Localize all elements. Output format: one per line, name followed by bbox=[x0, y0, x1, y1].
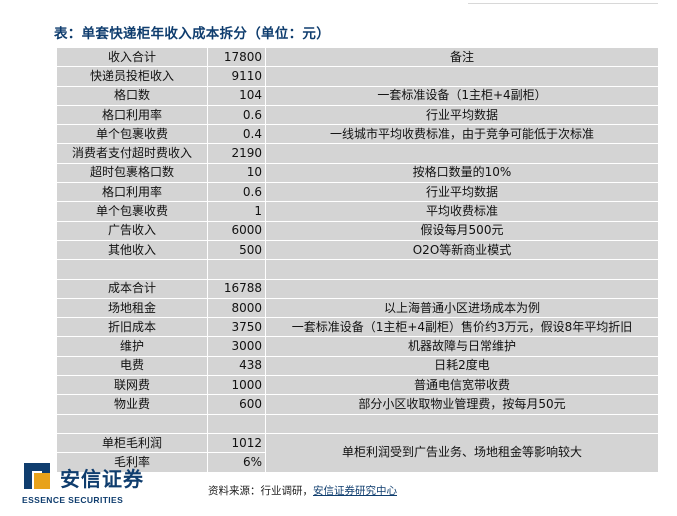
row-note: 备注 bbox=[265, 46, 659, 68]
row-label: 单柜毛利润 bbox=[56, 432, 208, 454]
row-label: 格口数 bbox=[56, 85, 208, 106]
row-value: 16788 bbox=[207, 278, 266, 299]
row-label: 快递员投柜收入 bbox=[56, 66, 208, 87]
source-prefix: 资料来源：行业调研， bbox=[208, 485, 313, 497]
row-value: 104 bbox=[207, 85, 266, 106]
table-row: 格口利用率 0.6 行业平均数据 bbox=[56, 182, 659, 203]
logo-mark-icon bbox=[24, 463, 50, 489]
row-note: 普通电信宽带收费 bbox=[265, 375, 659, 396]
table-row: 超时包裹格口数 10 按格口数量的10% bbox=[56, 162, 659, 184]
row-note: 按格口数量的10% bbox=[265, 162, 659, 184]
row-value: 8000 bbox=[207, 297, 266, 319]
row-label: 其他收入 bbox=[56, 239, 208, 261]
table-title: 表：单套快递柜年收入成本拆分（单位：元） bbox=[54, 26, 330, 42]
source-link[interactable]: 安信证券研究中心 bbox=[313, 485, 397, 497]
row-note bbox=[265, 66, 659, 87]
table-row: 收入合计 17800 备注 bbox=[56, 46, 659, 68]
row-value: 1000 bbox=[207, 375, 266, 396]
table-row: 格口利用率 0.6 行业平均数据 bbox=[56, 104, 659, 126]
table-row: 单个包裹收费 1 平均收费标准 bbox=[56, 201, 659, 222]
row-value: 0.4 bbox=[207, 124, 266, 145]
table-row: 维护 3000 机器故障与日常维护 bbox=[56, 336, 659, 357]
source-note: 资料来源：行业调研，安信证券研究中心 bbox=[208, 483, 397, 498]
row-value bbox=[207, 259, 266, 280]
table-row: 单柜毛利润 1012 单柜利润受到广告业务、场地租金等影响较大 bbox=[56, 432, 659, 473]
margin-note: 单柜利润受到广告业务、场地租金等影响较大 bbox=[265, 432, 659, 473]
table-row bbox=[56, 259, 659, 280]
table-row: 物业费 600 部分小区收取物业管理费，按每月50元 bbox=[56, 394, 659, 415]
table-row: 广告收入 6000 假设每月500元 bbox=[56, 220, 659, 241]
row-label: 电费 bbox=[56, 355, 208, 377]
row-value: 1 bbox=[207, 201, 266, 222]
row-value: 3000 bbox=[207, 336, 266, 357]
row-value: 2190 bbox=[207, 143, 266, 164]
revenue-cost-table: 收入合计 17800 备注 快递员投柜收入 9110 格口数 104 一套标准设备（1主柜+4… bbox=[56, 46, 659, 473]
top-divider bbox=[468, 3, 658, 4]
row-label: 物业费 bbox=[56, 394, 208, 415]
row-note: 假设每月500元 bbox=[265, 220, 659, 241]
row-note: 行业平均数据 bbox=[265, 182, 659, 203]
row-value: 3750 bbox=[207, 317, 266, 338]
row-note: 机器故障与日常维护 bbox=[265, 336, 659, 357]
row-note: 以上海普通小区进场成本为例 bbox=[265, 297, 659, 319]
row-label: 格口利用率 bbox=[56, 182, 208, 203]
table-row: 单个包裹收费 0.4 一线城市平均收费标准，由于竞争可能低于次标准 bbox=[56, 124, 659, 145]
table-row: 成本合计 16788 bbox=[56, 278, 659, 299]
company-logo: 安信证券 ESSENCE SECURITIES bbox=[22, 461, 182, 511]
row-note: 行业平均数据 bbox=[265, 104, 659, 126]
row-value bbox=[207, 413, 266, 434]
row-label: 收入合计 bbox=[56, 46, 208, 68]
row-note: 一套标准设备（1主柜+4副柜）售价约3万元，假设8年平均折旧 bbox=[265, 317, 659, 338]
row-label bbox=[56, 259, 208, 280]
row-note bbox=[265, 143, 659, 164]
row-value: 6% bbox=[207, 452, 266, 473]
table-row: 场地租金 8000 以上海普通小区进场成本为例 bbox=[56, 297, 659, 319]
row-label: 超时包裹格口数 bbox=[56, 162, 208, 184]
row-value: 600 bbox=[207, 394, 266, 415]
row-label: 场地租金 bbox=[56, 297, 208, 319]
row-label: 单个包裹收费 bbox=[56, 201, 208, 222]
row-label: 维护 bbox=[56, 336, 208, 357]
row-note bbox=[265, 278, 659, 299]
row-value: 10 bbox=[207, 162, 266, 184]
table-row: 其他收入 500 O2O等新商业模式 bbox=[56, 239, 659, 261]
row-value: 17800 bbox=[207, 46, 266, 68]
row-label: 格口利用率 bbox=[56, 104, 208, 126]
logo-text-cn: 安信证券 bbox=[60, 467, 144, 491]
row-note: 平均收费标准 bbox=[265, 201, 659, 222]
row-value: 1012 bbox=[207, 432, 266, 454]
row-note: 部分小区收取物业管理费，按每月50元 bbox=[265, 394, 659, 415]
row-value: 6000 bbox=[207, 220, 266, 241]
row-note: 一线城市平均收费标准，由于竞争可能低于次标准 bbox=[265, 124, 659, 145]
row-value: 9110 bbox=[207, 66, 266, 87]
table-row: 联网费 1000 普通电信宽带收费 bbox=[56, 375, 659, 396]
logo-text-en: ESSENCE SECURITIES bbox=[22, 495, 124, 505]
table-row: 快递员投柜收入 9110 bbox=[56, 66, 659, 87]
row-label: 广告收入 bbox=[56, 220, 208, 241]
row-note: 日耗2度电 bbox=[265, 355, 659, 377]
row-label: 单个包裹收费 bbox=[56, 124, 208, 145]
row-value: 0.6 bbox=[207, 182, 266, 203]
row-note bbox=[265, 259, 659, 280]
table-row: 折旧成本 3750 一套标准设备（1主柜+4副柜）售价约3万元，假设8年平均折旧 bbox=[56, 317, 659, 338]
table-row bbox=[56, 413, 659, 434]
row-value: 500 bbox=[207, 239, 266, 261]
row-note: O2O等新商业模式 bbox=[265, 239, 659, 261]
row-note: 一套标准设备（1主柜+4副柜） bbox=[265, 85, 659, 106]
row-label: 联网费 bbox=[56, 375, 208, 396]
table-row: 格口数 104 一套标准设备（1主柜+4副柜） bbox=[56, 85, 659, 106]
row-note bbox=[265, 413, 659, 434]
table-row: 消费者支付超时费收入 2190 bbox=[56, 143, 659, 164]
row-value: 438 bbox=[207, 355, 266, 377]
row-label: 折旧成本 bbox=[56, 317, 208, 338]
row-value: 0.6 bbox=[207, 104, 266, 126]
row-label: 成本合计 bbox=[56, 278, 208, 299]
row-label: 消费者支付超时费收入 bbox=[56, 143, 208, 164]
row-label bbox=[56, 413, 208, 434]
table-row: 电费 438 日耗2度电 bbox=[56, 355, 659, 377]
